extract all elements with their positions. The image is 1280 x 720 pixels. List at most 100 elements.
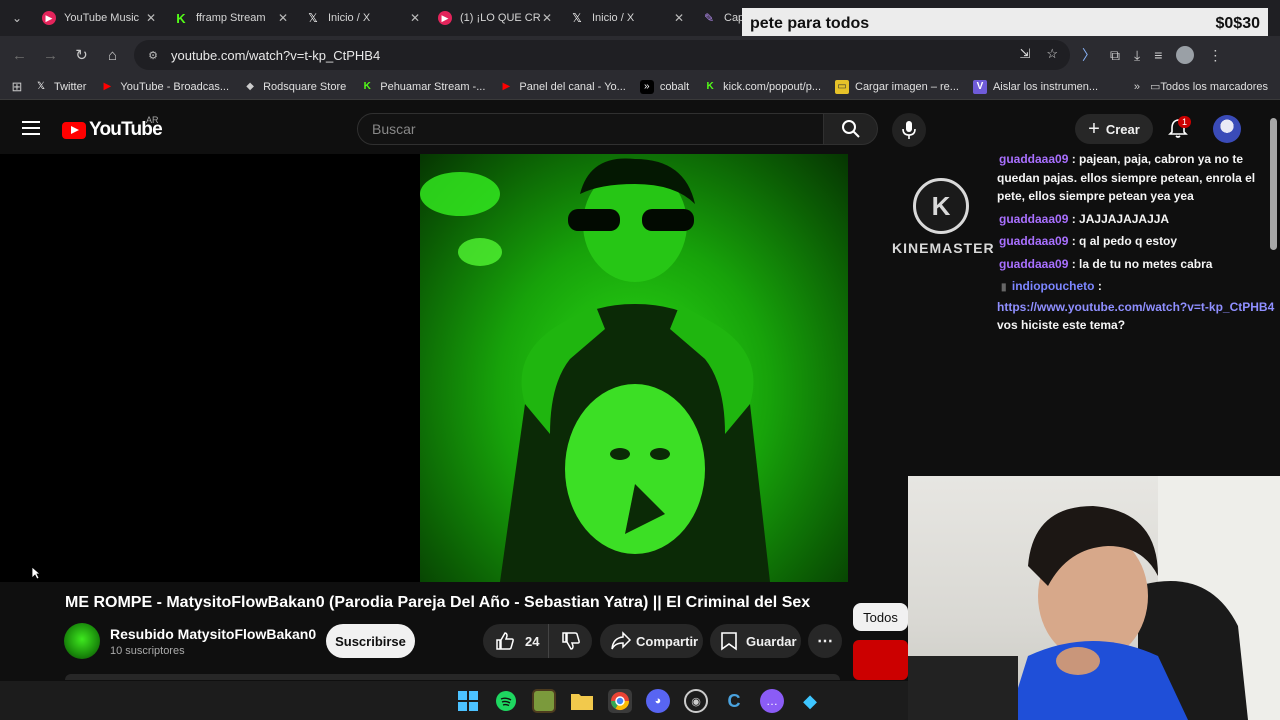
related-video-thumbnail[interactable] [853,640,908,680]
chat-text: : JAJJAJAJAJJA [1071,211,1170,226]
bookmark-item[interactable]: K Pehuamar Stream -... [360,80,486,94]
bookmark-label: YouTube - Broadcas... [120,80,230,93]
site-info-icon[interactable]: ⚙ [144,46,162,64]
bookmark-item[interactable]: K kick.com/popout/p... [703,80,821,94]
browser-tab[interactable]: 𝕏 Inicio / X ✕ [298,0,430,36]
close-icon[interactable]: ✕ [540,11,554,25]
page-scrollbar[interactable] [1270,118,1277,250]
close-icon[interactable]: ✕ [672,11,686,25]
donation-goal-target: $30 [1233,15,1260,32]
address-bar[interactable]: ⚙ youtube.com/watch?v=t-kp_CtPHB4 ⇲ ☆ [134,40,1070,70]
chat-app-icon[interactable]: … [760,689,784,713]
account-avatar[interactable] [1213,115,1241,143]
chip-all[interactable]: Todos [853,603,908,631]
share-button[interactable]: Compartir [600,624,703,658]
create-button[interactable]: + Crear [1075,114,1153,144]
tab-label: fframp Stream [196,12,266,24]
bookmark-item[interactable]: 𝕏 Twitter [34,80,86,94]
bookmark-item[interactable]: ▭ Cargar imagen – re... [835,79,959,94]
browser-tab[interactable]: ▶ (1) ¡LO QUE CR ✕ [430,0,562,36]
bookmarks-bar: ⊞ 𝕏 Twitter ▶ YouTube - Broadcas... ◆ Ro… [0,74,1280,100]
all-bookmarks-button[interactable]: ▭ Todos los marcadores [1150,80,1268,94]
windows-taskbar: ◕ ◉ C … ◆ [0,681,908,720]
download-icon[interactable]: ⤓ [1134,47,1140,64]
close-icon[interactable]: ✕ [408,11,422,25]
search-input[interactable]: Buscar [357,113,824,145]
bookmarks-overflow-icon[interactable]: » [1134,81,1140,93]
home-button[interactable]: ⌂ [97,39,128,71]
like-button[interactable]: 24 [483,624,549,658]
bookmark-label: Cargar imagen – re... [855,80,959,93]
more-actions-button[interactable]: ⋯ [808,624,842,658]
extensions-puzzle-icon[interactable]: ⧉ [1110,47,1120,64]
close-icon[interactable]: ✕ [276,11,290,25]
reload-button[interactable]: ↻ [66,39,97,71]
subscribe-button[interactable]: Suscribirse [326,624,415,658]
chat-username: guaddaaa09 [999,256,1069,271]
youtube-icon: ▶ [103,81,112,92]
ccleaner-icon[interactable]: C [722,689,746,713]
minecraft-icon[interactable] [532,689,556,713]
like-dislike-group: 24 [483,624,592,658]
dev-app-icon[interactable]: ◆ [798,689,822,713]
dislike-button[interactable] [549,631,592,651]
youtube-header: YouTube AR Buscar + Crear 1 [0,104,1280,154]
close-icon[interactable]: ✕ [144,11,158,25]
voice-search-button[interactable] [892,113,926,147]
tab-label: YouTube Music [64,12,140,24]
chat-username: guaddaaa09 [999,152,1069,166]
x-icon: 𝕏 [36,81,46,92]
url-text: youtube.com/watch?v=t-kp_CtPHB4 [171,47,381,63]
audio-extension-icon[interactable]: 〉 [1082,45,1096,65]
screen: ⌄ ▶ YouTube Music ✕ K fframp Stream ✕ 𝕏 … [0,0,1280,720]
file-explorer-icon[interactable] [570,689,594,713]
media-control-icon[interactable]: ≡ [1154,47,1162,63]
youtube-logo[interactable]: YouTube AR [62,115,163,141]
description-box[interactable] [65,674,840,680]
apps-grid-icon[interactable]: ⊞ [0,79,34,95]
channel-avatar[interactable] [64,623,100,659]
tab-search-button[interactable]: ⌄ [0,0,34,36]
obs-icon[interactable]: ◉ [684,689,708,713]
windows-start-icon[interactable] [456,689,480,713]
menu-kebab-icon[interactable]: ⋮ [1208,47,1222,64]
bookmark-item[interactable]: V Aislar los instrumen... [972,79,1099,94]
country-code: AR [146,115,159,125]
bookmark-star-icon[interactable]: ☆ [1046,46,1058,62]
browser-tab[interactable]: ▶ YouTube Music ✕ [34,0,166,36]
plus-icon: + [1088,118,1100,140]
chrome-icon[interactable] [608,689,632,713]
hamburger-menu-icon[interactable] [22,121,40,135]
chat-message: guaddaaa09 : pajean, paja, cabron ya no … [997,150,1277,206]
video-player[interactable] [0,154,848,582]
donation-goal-title: pete para todos [750,15,870,32]
bookmark-item[interactable]: ◆ Rodsquare Store [243,80,346,94]
microphone-icon [902,121,916,139]
search-button[interactable] [823,113,878,145]
forward-button[interactable]: → [35,39,66,71]
chat-message: guaddaaa09 : JAJJAJAJAJJA [997,210,1277,229]
notification-count-badge: 1 [1178,116,1191,128]
bookmark-item[interactable]: » cobalt [639,79,689,94]
discord-icon[interactable]: ◕ [646,689,670,713]
profile-avatar[interactable] [1176,46,1195,64]
install-app-icon[interactable]: ⇲ [1019,46,1030,62]
stream-chat: guaddaaa09 : pajean, paja, cabron ya no … [997,150,1277,339]
image-icon: ▭ [835,79,849,94]
kinemaster-text: KINEMASTER [892,240,995,256]
all-bookmarks-label: Todos los marcadores [1160,80,1268,93]
bookmark-item[interactable]: ▶ YouTube - Broadcas... [100,80,230,94]
v-icon: V [972,79,987,94]
bookmark-label: Aislar los instrumen... [992,80,1099,93]
chat-username: guaddaaa09 [999,211,1069,226]
chat-link[interactable]: https://www.youtube.com/watch?v=t-kp_CtP… [997,300,1274,314]
save-button[interactable]: Guardar [710,624,801,658]
browser-tab[interactable]: K fframp Stream ✕ [166,0,298,36]
spotify-icon[interactable] [494,689,518,713]
browser-toolbar: ← → ↻ ⌂ ⚙ youtube.com/watch?v=t-kp_CtPHB… [0,36,1280,74]
bookmark-label: kick.com/popout/p... [723,80,821,93]
bookmark-item[interactable]: ▶ Panel del canal - Yo... [499,80,626,94]
channel-name[interactable]: Resubido MatysitoFlowBakan0 [110,626,316,642]
back-button[interactable]: ← [4,39,35,71]
browser-tab[interactable]: 𝕏 Inicio / X ✕ [562,0,694,36]
